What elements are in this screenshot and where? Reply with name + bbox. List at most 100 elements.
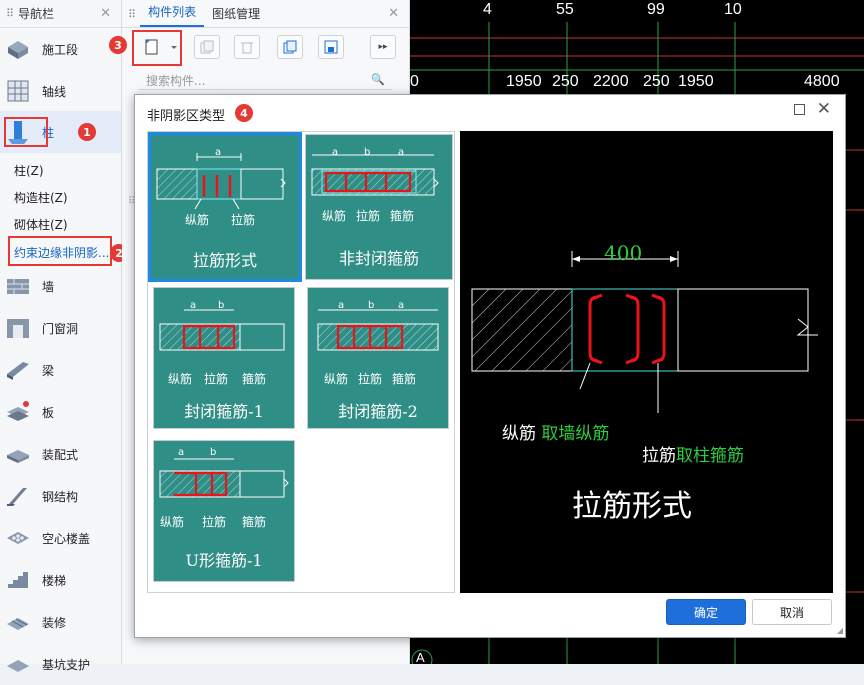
preview-dimension: 400: [604, 241, 643, 265]
save-template-button[interactable]: [318, 35, 344, 59]
rebar-label: 拉筋: [358, 372, 383, 386]
nav-item-label: 门窗洞: [42, 321, 79, 336]
card-name: U形箍筋-1: [185, 551, 263, 570]
sub-item-construct-column[interactable]: 构造柱(Z): [14, 189, 68, 206]
card-name: 非封闭箍筋: [338, 249, 419, 268]
cancel-button[interactable]: 取消: [752, 599, 832, 625]
nav-item-grid-axis[interactable]: 轴线: [0, 70, 121, 112]
dim-label: b: [368, 300, 375, 311]
dim-label: a: [338, 300, 345, 311]
rebar-label: 拉筋: [231, 213, 256, 227]
door-window-icon: [4, 314, 32, 342]
nav-item-stair[interactable]: 楼梯: [0, 559, 121, 601]
dim-label: a: [190, 300, 197, 311]
tab-component-list[interactable]: 构件列表: [140, 3, 205, 27]
nav-item-decoration[interactable]: 装修: [0, 601, 121, 643]
nav-item-wall[interactable]: 墙: [0, 265, 121, 307]
type-card-closed-stirrup-2[interactable]: a b a 纵筋 拉筋 箍筋 封闭箍筋-2: [307, 287, 449, 429]
axis-number: 99: [647, 1, 665, 18]
more-chevron-icon[interactable]: ▸▸: [370, 35, 396, 59]
close-icon[interactable]: ✕: [100, 6, 111, 21]
rebar-label: 箍筋: [242, 372, 267, 386]
nav-title: 导航栏: [18, 7, 55, 21]
dimension-text: 1950: [506, 73, 542, 90]
rebar-label: 拉筋: [356, 209, 381, 223]
highlight-box-column: [4, 117, 48, 147]
callout-badge-4: 4: [235, 104, 253, 122]
nav-item-slab[interactable]: 板: [0, 391, 121, 433]
nav-item-hollow-floor[interactable]: 空心楼盖: [0, 517, 121, 559]
rebar-label: 箍筋: [392, 372, 417, 386]
dimension-text: 250: [643, 73, 670, 90]
nav-item-label: 空心楼盖: [42, 531, 91, 546]
slab-icon: [4, 398, 32, 426]
preview-label-longitudinal: 纵筋 取墙纵筋: [502, 419, 609, 444]
close-icon[interactable]: ✕: [388, 6, 399, 21]
sub-item-masonry-column[interactable]: 砌体柱(Z): [14, 216, 68, 233]
drag-grip-icon[interactable]: ⠿: [6, 7, 14, 20]
drag-grip-icon[interactable]: ⠿: [128, 8, 136, 27]
navigation-panel: ⠿ 导航栏 ✕ 施工段 轴线 柱 柱(Z) 构造柱(Z) 砌体柱(Z) 约束边缘…: [0, 0, 128, 672]
resize-grip-icon[interactable]: ◢: [837, 626, 843, 635]
highlight-box-new-button: [132, 30, 182, 66]
panel-tabs: ⠿ 构件列表 图纸管理: [122, 0, 409, 28]
type-card-u-stirrup-1[interactable]: a b 纵筋 拉筋 箍筋 U形箍筋-1: [153, 440, 295, 582]
rebar-label: 箍筋: [242, 515, 267, 529]
axis-number: 4: [483, 1, 492, 18]
axis-number: 10: [724, 1, 742, 18]
preview-label-prefix: 拉筋: [642, 446, 676, 466]
type-preview: 400 纵筋 取墙纵筋 拉筋取柱箍筋 拉筋形式: [460, 131, 833, 593]
nav-item-label: 基坑支护: [42, 657, 91, 672]
type-card-non-closed-stirrup[interactable]: a b a 纵筋 拉筋 箍筋 非封闭箍筋: [305, 134, 453, 280]
nav-item-prefab[interactable]: 装配式: [0, 433, 121, 475]
maximize-icon[interactable]: [794, 104, 805, 115]
rebar-label: 箍筋: [390, 209, 415, 223]
beam-icon: [4, 356, 32, 384]
search-input[interactable]: 搜索构件...: [138, 70, 392, 90]
search-icon[interactable]: 🔍: [371, 73, 385, 86]
nav-item-label: 施工段: [42, 42, 79, 57]
nav-item-steel-structure[interactable]: 钢结构: [0, 475, 121, 517]
preview-label-prefix: 纵筋: [502, 424, 536, 444]
card-name: 封闭箍筋-1: [184, 402, 264, 421]
copy-button[interactable]: [194, 35, 220, 59]
dim-label: a: [215, 147, 222, 158]
dim-label: a: [398, 300, 405, 311]
highlight-box-sub-item: [8, 236, 112, 266]
decoration-icon: [4, 608, 32, 636]
dimension-text: 2200: [593, 73, 629, 90]
dim-label: b: [210, 447, 217, 458]
delete-button[interactable]: [234, 35, 260, 59]
dimension-text: 250: [552, 73, 579, 90]
tab-drawing-management[interactable]: 图纸管理: [204, 5, 268, 27]
grid-axis-icon: [4, 77, 32, 105]
rebar-label: 纵筋: [168, 372, 193, 386]
type-card-closed-stirrup-1[interactable]: a b 纵筋 拉筋 箍筋 封闭箍筋-1: [153, 287, 295, 429]
rebar-label: 纵筋: [324, 372, 349, 386]
duplicate-layer-button[interactable]: [277, 35, 303, 59]
sub-item-column-z[interactable]: 柱(Z): [14, 162, 44, 179]
dim-label: b: [218, 300, 225, 311]
nav-item-label: 楼梯: [42, 573, 67, 588]
dim-label: b: [364, 147, 371, 158]
stair-icon: [4, 566, 32, 594]
nav-item-foundation-pit[interactable]: 基坑支护: [0, 643, 121, 685]
rebar-label: 拉筋: [202, 515, 227, 529]
non-shadow-type-dialog: 非阴影区类型 4 ✕ a 纵筋 拉筋 拉筋形式 a b a 纵筋 拉筋 箍筋 非…: [134, 94, 846, 638]
prefab-icon: [4, 440, 32, 468]
nav-item-label: 轴线: [42, 84, 67, 99]
nav-item-label: 钢结构: [42, 489, 79, 504]
type-grid: a 纵筋 拉筋 拉筋形式 a b a 纵筋 拉筋 箍筋 非封闭箍筋 a b 纵筋…: [147, 131, 455, 593]
nav-item-label: 墙: [42, 279, 55, 294]
close-icon[interactable]: ✕: [817, 99, 831, 119]
nav-item-construction-section[interactable]: 施工段: [0, 28, 121, 70]
type-card-tie-bar[interactable]: a 纵筋 拉筋 拉筋形式: [148, 132, 302, 282]
construction-section-icon: [4, 35, 32, 63]
steel-structure-icon: [4, 482, 32, 510]
nav-item-beam[interactable]: 梁: [0, 349, 121, 391]
card-name: 封闭箍筋-2: [338, 402, 418, 421]
dim-label: a: [178, 447, 185, 458]
ok-button[interactable]: 确定: [666, 599, 746, 625]
dimension-text: 1950: [678, 73, 714, 90]
nav-item-door-window[interactable]: 门窗洞: [0, 307, 121, 349]
